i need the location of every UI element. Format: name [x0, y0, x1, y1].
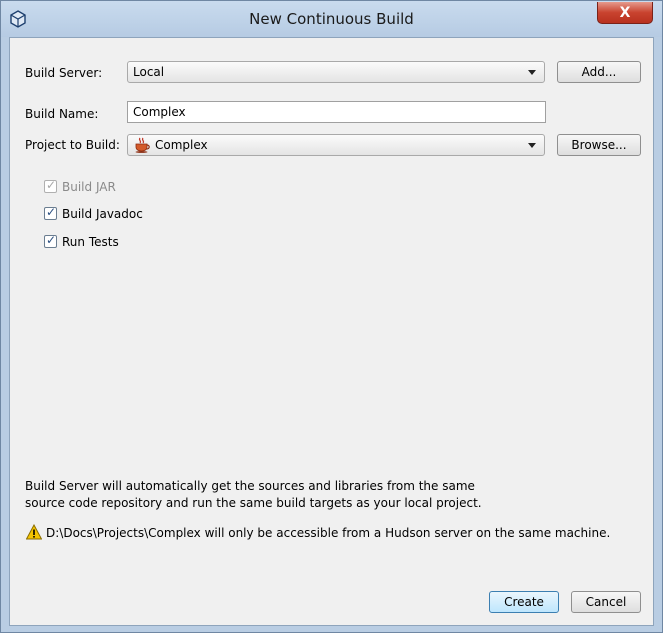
project-value: Complex: [155, 138, 208, 152]
cancel-button[interactable]: Cancel: [571, 591, 641, 613]
build-server-label: Build Server:: [25, 66, 103, 80]
info-line-2: source code repository and run the same …: [25, 496, 482, 510]
build-server-value: Local: [133, 65, 165, 79]
close-button[interactable]: X: [597, 2, 653, 24]
chevron-down-icon: [528, 70, 536, 75]
project-combobox[interactable]: Complex: [127, 134, 545, 156]
build-server-combobox[interactable]: Local: [127, 61, 545, 83]
project-to-build-label: Project to Build:: [25, 138, 120, 152]
info-line-1: Build Server will automatically get the …: [25, 479, 475, 493]
warning-text: D:\Docs\Projects\Complex will only be ac…: [46, 526, 611, 540]
chevron-down-icon: [528, 143, 536, 148]
browse-button[interactable]: Browse...: [557, 134, 641, 156]
build-javadoc-checkbox[interactable]: ✓: [44, 205, 57, 220]
create-button[interactable]: Create: [489, 591, 559, 613]
info-message: Build Server will automatically get the …: [25, 478, 635, 512]
dialog-window: New Continuous Build X Build Server: Loc…: [0, 0, 663, 633]
dialog-content: Build Server: Local Add... Build Name: C…: [9, 37, 654, 626]
check-icon: ✓: [46, 178, 57, 192]
build-jar-checkbox: ✓: [44, 178, 57, 193]
run-tests-label[interactable]: Run Tests: [62, 234, 119, 250]
check-icon: ✓: [46, 205, 57, 219]
build-jar-label: Build JAR: [62, 180, 116, 194]
run-tests-checkbox[interactable]: ✓: [44, 233, 57, 248]
warning-icon: [26, 524, 42, 540]
java-coffee-cup-icon: [135, 137, 150, 153]
build-name-field[interactable]: Complex: [127, 101, 546, 123]
title-bar[interactable]: New Continuous Build X: [1, 1, 662, 37]
check-icon: ✓: [46, 233, 57, 247]
build-name-label: Build Name:: [25, 107, 99, 121]
window-title: New Continuous Build: [249, 10, 414, 28]
build-javadoc-label[interactable]: Build Javadoc: [62, 206, 143, 222]
add-server-button[interactable]: Add...: [557, 61, 641, 83]
